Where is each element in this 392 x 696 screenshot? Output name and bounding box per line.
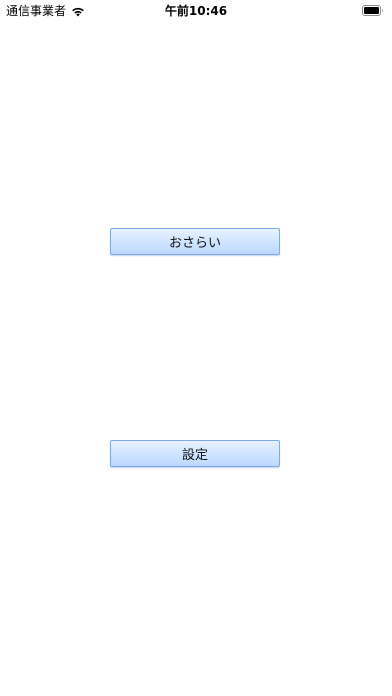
status-bar: 通信事業者 午前10:46 (0, 0, 392, 22)
battery-icon (362, 5, 383, 16)
status-time: 午前10:46 (164, 4, 228, 18)
review-button[interactable]: おさらい (110, 228, 280, 255)
settings-button[interactable]: 設定 (110, 440, 280, 467)
